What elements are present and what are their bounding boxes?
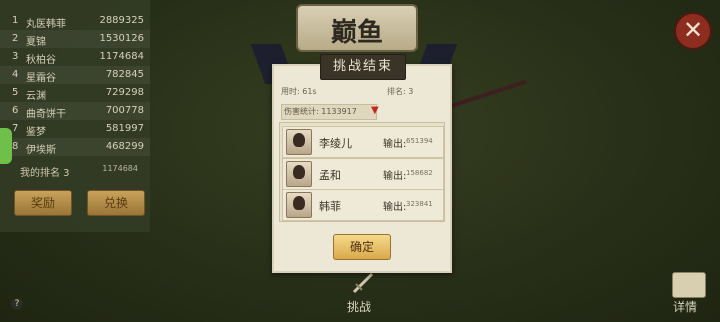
- my-rank-label: 我的排名 3: [20, 168, 70, 179]
- ranking-score: 700778: [105, 105, 144, 116]
- ranking-number: 6: [12, 105, 19, 116]
- ranking-number: 4: [12, 69, 19, 80]
- member-name: 韩菲: [319, 200, 341, 213]
- close-button[interactable]: ✕: [674, 12, 712, 50]
- challenge-result-dialog: 挑战结束 用时: 61s 排名: 3 伤害统计: 1133917 ▼ 李绫儿 输…: [272, 54, 452, 273]
- challenge-label[interactable]: 挑战: [347, 298, 371, 315]
- result-rank: 排名: 3: [387, 87, 414, 96]
- arrow-down-icon: ▼: [371, 105, 379, 116]
- ranking-row: 5 云渊 729298: [0, 84, 150, 102]
- member-name: 孟和: [319, 169, 341, 182]
- help-icon[interactable]: ?: [11, 298, 23, 310]
- ranking-name: 曲奇饼干: [26, 109, 66, 120]
- ranking-panel: 1 丸医韩菲 2889325 2 夏锦 1530126 3 秋柏谷 117468…: [0, 0, 150, 232]
- member-name: 李绫儿: [319, 137, 352, 150]
- dialog-title: 挑战结束: [320, 54, 406, 80]
- ranking-number: 1: [12, 15, 19, 26]
- ranking-row: 7 鉴梦 581997: [0, 120, 150, 138]
- ranking-name: 丸医韩菲: [26, 19, 66, 30]
- avatar: [286, 129, 312, 155]
- time-used: 用时: 61s: [281, 87, 317, 96]
- avatar: [286, 192, 312, 218]
- output-label: 输出:: [383, 202, 407, 213]
- ranking-row: 3 秋柏谷 1174684: [0, 48, 150, 66]
- member-row: 孟和 输出: 158682: [282, 158, 444, 190]
- ranking-name: 云渊: [26, 91, 46, 102]
- ranking-row: 2 夏锦 1530126: [0, 30, 150, 48]
- ranking-score: 468299: [105, 141, 144, 152]
- ranking-row: 8 伊埃斯 468299: [0, 138, 150, 156]
- ranking-row: 4 星霜谷 782845: [0, 66, 150, 84]
- ranking-score: 1174684: [99, 51, 144, 62]
- ranking-score: 1530126: [99, 33, 144, 44]
- ranking-number: 8: [12, 141, 19, 152]
- ranking-name: 夏锦: [26, 37, 46, 48]
- reward-button[interactable]: 奖励: [14, 190, 72, 216]
- ranking-row: 6 曲奇饼干 700778: [0, 102, 150, 120]
- output-label: 输出:: [383, 139, 407, 150]
- output-value: 158682: [406, 169, 433, 177]
- ranking-name: 鉴梦: [26, 127, 46, 138]
- avatar: [286, 161, 312, 187]
- confirm-button[interactable]: 确定: [333, 234, 391, 260]
- damage-total: 伤害统计: 1133917: [281, 104, 377, 120]
- output-value: 323841: [406, 200, 433, 208]
- ranking-number: 3: [12, 51, 19, 62]
- ranking-name: 星霜谷: [26, 73, 56, 84]
- ranking-number: 5: [12, 87, 19, 98]
- member-list: 李绫儿 输出: 651394 孟和 输出: 158682 韩菲 输出: 3238…: [279, 122, 445, 222]
- ranking-number: 7: [12, 123, 19, 134]
- ranking-number: 2: [12, 33, 19, 44]
- ranking-score: 729298: [105, 87, 144, 98]
- sword-icon[interactable]: [350, 270, 376, 296]
- exchange-button[interactable]: 兑换: [87, 190, 145, 216]
- ranking-score: 782845: [105, 69, 144, 80]
- detail-label[interactable]: 详情: [673, 298, 697, 315]
- member-row: 韩菲 输出: 323841: [282, 189, 444, 221]
- ranking-score: 581997: [105, 123, 144, 134]
- member-row: 李绫儿 输出: 651394: [282, 126, 444, 158]
- ranking-name: 伊埃斯: [26, 145, 56, 156]
- ranking-score: 2889325: [99, 15, 144, 26]
- boss-title-banner: 巅鱼: [298, 6, 416, 50]
- boss-title: 巅鱼: [330, 18, 383, 48]
- output-label: 输出:: [383, 171, 407, 182]
- my-rank-score: 1174684: [102, 164, 138, 173]
- output-value: 651394: [406, 137, 433, 145]
- ranking-row: 1 丸医韩菲 2889325: [0, 12, 150, 30]
- book-icon[interactable]: [672, 272, 706, 298]
- side-chat-tab[interactable]: [0, 128, 12, 164]
- ranking-name: 秋柏谷: [26, 55, 56, 66]
